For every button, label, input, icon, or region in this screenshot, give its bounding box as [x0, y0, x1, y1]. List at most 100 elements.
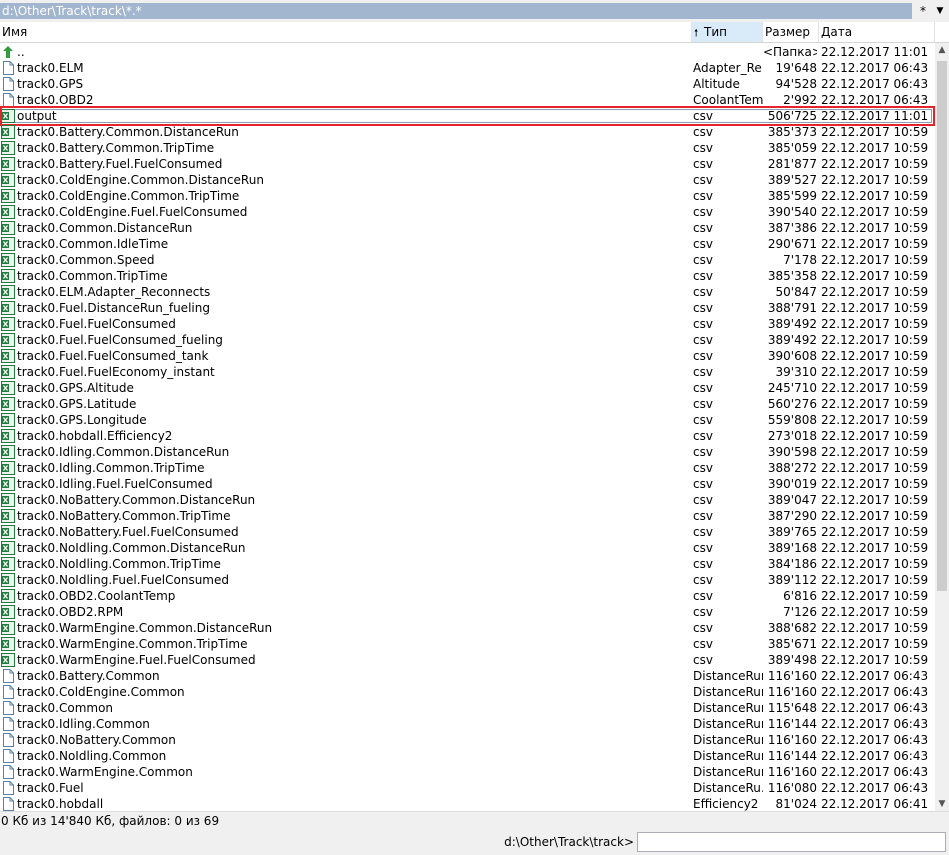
csv-icon: [1, 125, 15, 139]
file-row[interactable]: track0.NoBattery.Common.TripTime csv 387'2…: [0, 508, 935, 524]
scroll-up-icon[interactable]: ▲: [935, 43, 949, 57]
file-row[interactable]: track0.NoBattery.Common.DistanceRun csv 38…: [0, 492, 935, 508]
file-row[interactable]: track0.Idling.Fuel.FuelConsumed csv 390'01…: [0, 476, 935, 492]
file-name-cell: track0.Fuel.FuelConsumed_fueling: [0, 332, 692, 348]
file-row[interactable]: track0.NoIdling.Common.DistanceRun csv 389…: [0, 540, 935, 556]
file-row[interactable]: track0.ColdEngine.Common.TripTime csv 385'…: [0, 188, 935, 204]
file-row[interactable]: track0.GPS.Latitude csv 560'276 22.12.2017 …: [0, 396, 935, 412]
file-row[interactable]: track0.Fuel.FuelEconomy_instant csv 39'310…: [0, 364, 935, 380]
file-row[interactable]: track0.hobdall Efficiency2 81'024 22.12.201…: [0, 796, 935, 811]
file-row[interactable]: track0.Fuel.FuelConsumed_fueling csv 389'4…: [0, 332, 935, 348]
file-type: DistanceRun: [693, 701, 763, 715]
column-header-type[interactable]: 🠕 Тип: [692, 22, 763, 42]
file-row[interactable]: track0.NoBattery.Fuel.FuelConsumed csv 389…: [0, 524, 935, 540]
file-row[interactable]: track0.Fuel.DistanceRun_fueling csv 388'79…: [0, 300, 935, 316]
file-icon: [1, 733, 15, 747]
file-row[interactable]: track0.ELM Adapter_Re… 19'648 22.12.2017 06…: [0, 60, 935, 76]
file-row[interactable]: track0.Battery.Common.TripTime csv 385'059…: [0, 140, 935, 156]
file-name: track0.WarmEngine.Fuel.FuelConsumed: [17, 653, 256, 667]
file-row[interactable]: output csv 506'725 22.12.2017 11:01: [0, 106, 935, 126]
file-row[interactable]: track0.ColdEngine.Common.DistanceRun csv 3…: [0, 172, 935, 188]
file-size: 387'290: [767, 509, 817, 523]
column-header-date[interactable]: Дата: [819, 22, 935, 42]
file-date: 22.12.2017 10:59: [821, 221, 929, 235]
file-row[interactable]: track0.WarmEngine.Fuel.FuelConsumed csv 38…: [0, 652, 935, 668]
file-row[interactable]: track0.GPS Altitude 94'528 22.12.2017 06:43: [0, 76, 935, 92]
csv-icon: [1, 365, 15, 379]
file-size: 385'059: [767, 141, 817, 155]
file-name-cell: track0.Battery.Common.DistanceRun: [0, 124, 692, 140]
file-row[interactable]: track0.OBD2.CoolantTemp csv 6'816 22.12.201…: [0, 588, 935, 604]
file-row[interactable]: track0.Battery.Common.DistanceRun csv 385'…: [0, 124, 935, 140]
file-name-cell: track0.WarmEngine.Common: [0, 764, 692, 780]
file-row[interactable]: track0.ELM.Adapter_Reconnects csv 50'847 22…: [0, 284, 935, 300]
file-row[interactable]: track0.WarmEngine.Common.DistanceRun csv 3…: [0, 620, 935, 636]
file-name-cell: track0.Idling.Common: [0, 716, 692, 732]
file-date: 22.12.2017 10:59: [821, 253, 929, 267]
file-date: 22.12.2017 10:59: [821, 653, 929, 667]
history-dropdown-button[interactable]: ▼: [933, 3, 947, 19]
csv-icon: [1, 173, 15, 187]
scroll-down-icon[interactable]: ▼: [935, 797, 949, 811]
file-row[interactable]: track0.Fuel.FuelConsumed_tank csv 390'608 2…: [0, 348, 935, 364]
file-size: 19'648: [775, 61, 817, 75]
csv-icon: [1, 285, 15, 299]
file-row[interactable]: track0.Fuel DistanceRu… 116'080 22.12.2017 …: [0, 780, 935, 796]
file-row[interactable]: track0.hobdall.Efficiency2 csv 273'018 22.1…: [0, 428, 935, 444]
file-row[interactable]: track0.Common.Speed csv 7'178 22.12.2017 10…: [0, 252, 935, 268]
file-type: csv: [693, 157, 713, 171]
file-type: csv: [693, 205, 713, 219]
column-header-size[interactable]: Размер: [763, 22, 819, 42]
file-size: 387'386: [767, 221, 817, 235]
file-row[interactable]: track0.OBD2.RPM csv 7'126 22.12.2017 10:59: [0, 604, 935, 620]
scroll-thumb[interactable]: [937, 61, 947, 591]
file-row[interactable]: track0.Common DistanceRun 115'648 22.12.201…: [0, 700, 935, 716]
file-row[interactable]: track0.WarmEngine.Common DistanceRun 116'1…: [0, 764, 935, 780]
file-size: 94'528: [775, 77, 817, 91]
file-row[interactable]: track0.OBD2 CoolantTemp 2'992 22.12.2017 06…: [0, 92, 935, 108]
file-row[interactable]: track0.Common.IdleTime csv 290'671 22.12.20…: [0, 236, 935, 252]
file-size: 388'272: [767, 461, 817, 475]
file-row[interactable]: track0.ColdEngine.Fuel.FuelConsumed csv 39…: [0, 204, 935, 220]
file-type: csv: [693, 493, 713, 507]
file-row[interactable]: track0.Battery.Common DistanceRun 116'160 2…: [0, 668, 935, 684]
file-name: track0.ColdEngine.Common.DistanceRun: [17, 173, 264, 187]
file-type: csv: [693, 557, 713, 571]
file-row[interactable]: track0.Common.TripTime csv 385'358 22.12.20…: [0, 268, 935, 284]
file-name-cell: track0.GPS.Altitude: [0, 380, 692, 396]
file-row[interactable]: track0.Battery.Fuel.FuelConsumed csv 281'8…: [0, 156, 935, 172]
file-size: 388'791: [767, 301, 817, 315]
file-row[interactable]: track0.Fuel.FuelConsumed csv 389'492 22.12.…: [0, 316, 935, 332]
csv-icon: [1, 461, 15, 475]
file-row[interactable]: track0.GPS.Longitude csv 559'808 22.12.2017…: [0, 412, 935, 428]
current-path[interactable]: d:\Other\Track\track\*.*: [0, 3, 912, 19]
column-header-name[interactable]: Имя: [0, 22, 692, 42]
file-name: output: [17, 109, 57, 123]
file-row[interactable]: track0.NoBattery.Common DistanceRun 116'16…: [0, 732, 935, 748]
filter-button[interactable]: *: [916, 3, 930, 19]
file-type: DistanceRun: [693, 749, 763, 763]
file-row[interactable]: .. <Папка> 22.12.2017 11:01: [0, 44, 935, 60]
csv-icon: [1, 237, 15, 251]
vertical-scrollbar[interactable]: ▲ ▼: [935, 43, 949, 811]
file-type: csv: [693, 221, 713, 235]
file-type: csv: [693, 605, 713, 619]
file-name: track0.GPS: [17, 77, 84, 91]
file-name-cell: track0.Fuel.FuelEconomy_instant: [0, 364, 692, 380]
file-row[interactable]: track0.ColdEngine.Common DistanceRun 116'1…: [0, 684, 935, 700]
file-row[interactable]: track0.Common.DistanceRun csv 387'386 22.12…: [0, 220, 935, 236]
file-date: 22.12.2017 06:43: [821, 701, 929, 715]
file-row[interactable]: track0.NoIdling.Common.TripTime csv 384'18…: [0, 556, 935, 572]
file-list[interactable]: .. <Папка> 22.12.2017 11:01 track0.ELM Adapt…: [0, 43, 935, 811]
file-row[interactable]: track0.NoIdling.Fuel.FuelConsumed csv 389'…: [0, 572, 935, 588]
file-row[interactable]: track0.Idling.Common.TripTime csv 388'272 2…: [0, 460, 935, 476]
file-row[interactable]: track0.Idling.Common DistanceRun 116'144 22…: [0, 716, 935, 732]
file-row[interactable]: track0.NoIdling.Common DistanceRun 116'144…: [0, 748, 935, 764]
file-name-cell: track0.NoBattery.Common.TripTime: [0, 508, 692, 524]
file-row[interactable]: track0.GPS.Altitude csv 245'710 22.12.2017 …: [0, 380, 935, 396]
file-name-cell: track0.Common.TripTime: [0, 268, 692, 284]
command-input[interactable]: [637, 832, 946, 852]
file-row[interactable]: track0.WarmEngine.Common.TripTime csv 385'…: [0, 636, 935, 652]
file-row[interactable]: track0.Idling.Common.DistanceRun csv 390'5…: [0, 444, 935, 460]
file-name-cell: track0.NoIdling.Common.DistanceRun: [0, 540, 692, 556]
